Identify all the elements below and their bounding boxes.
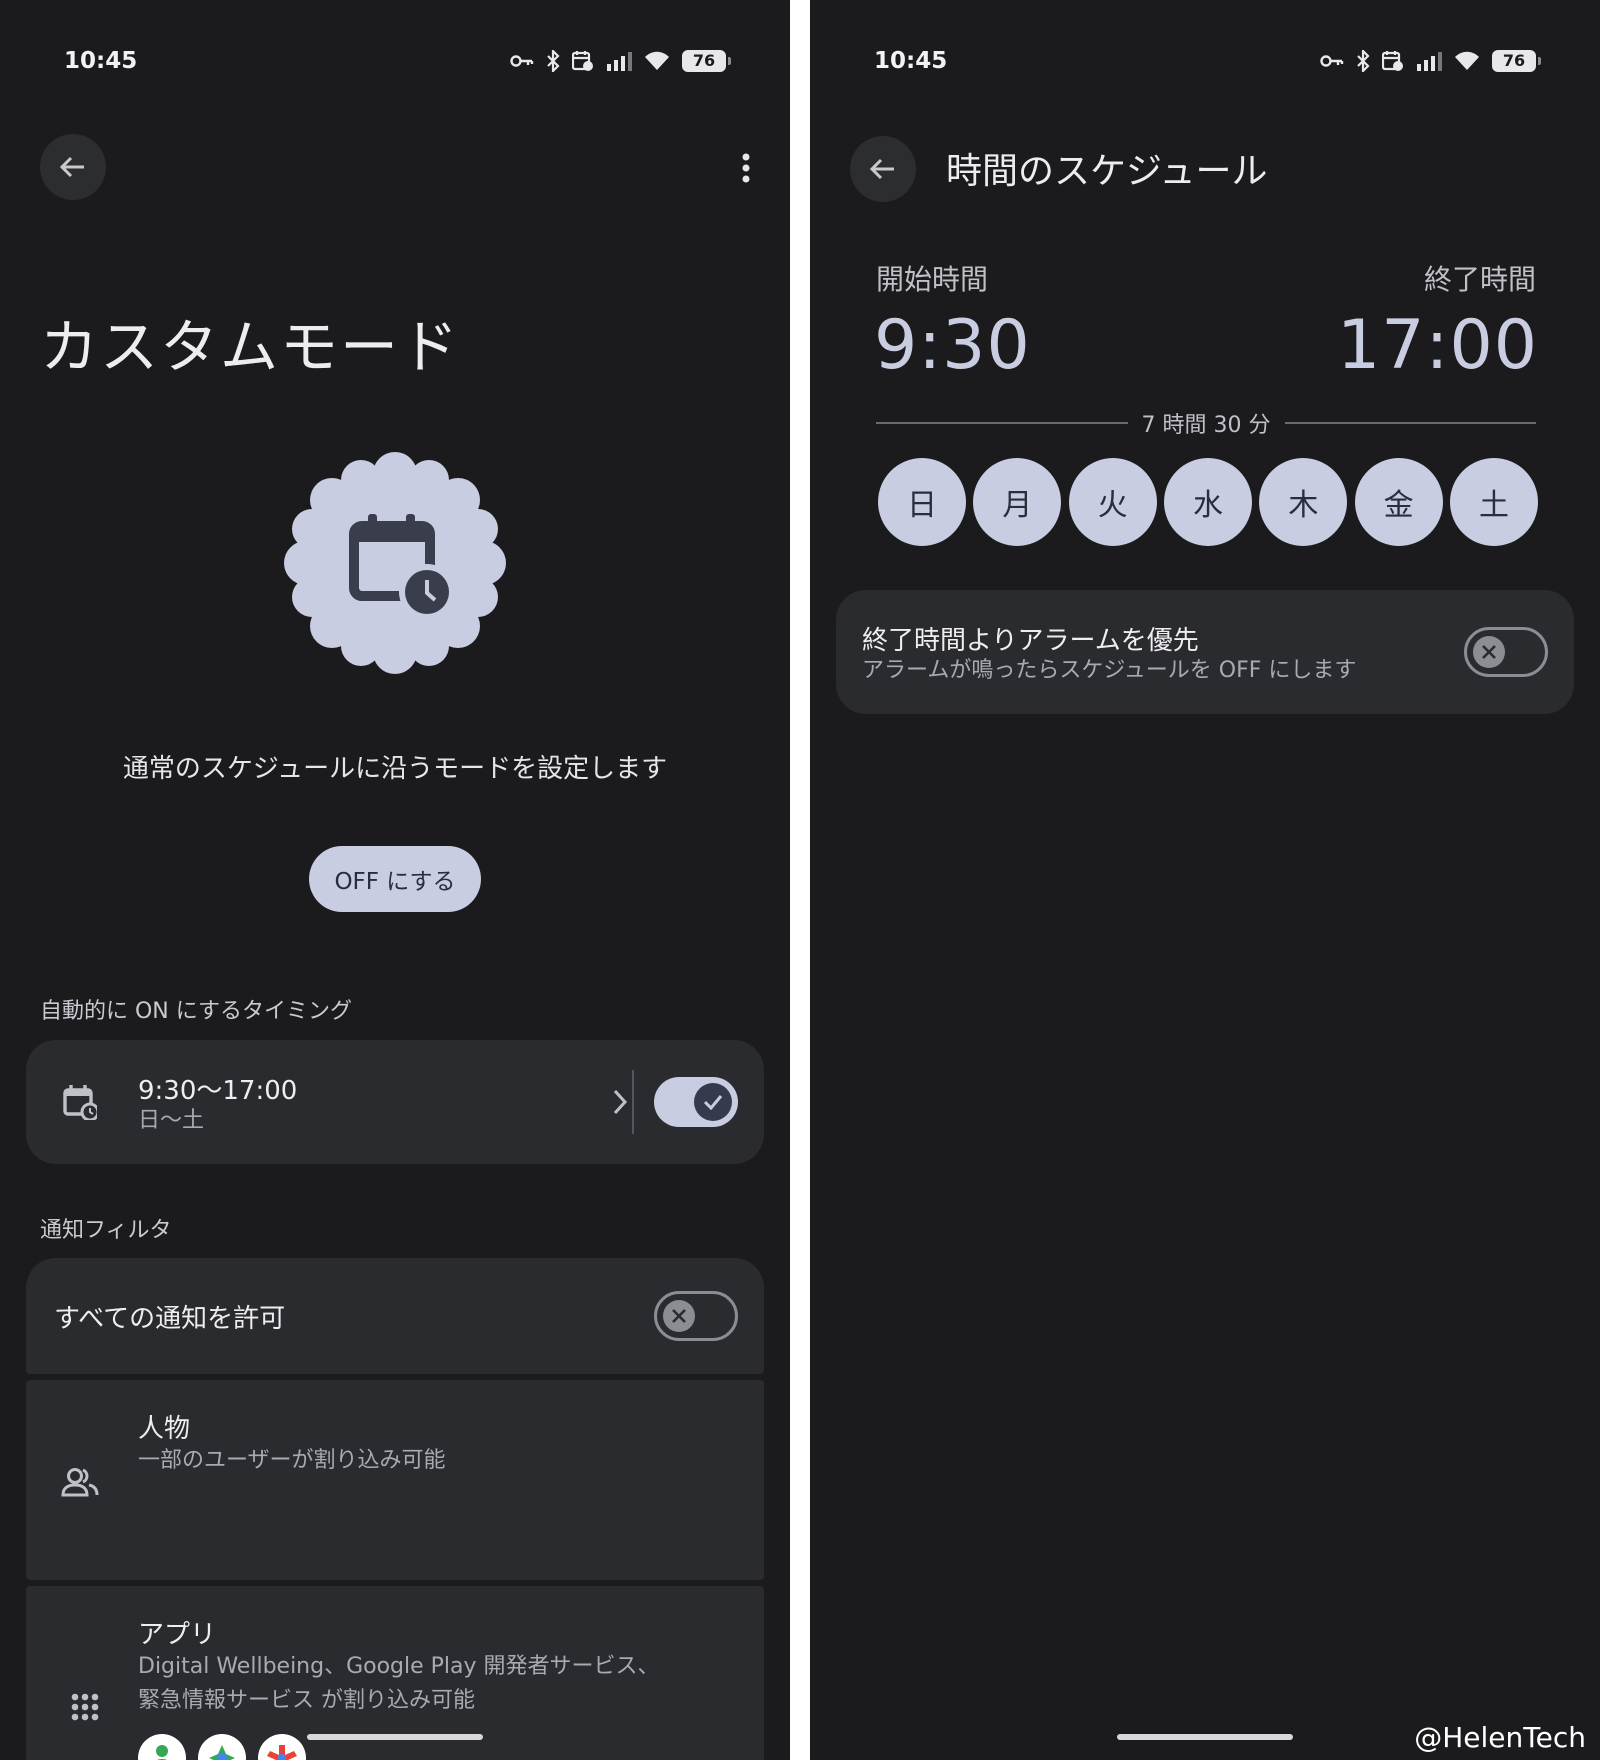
alarm-priority-card[interactable]: 終了時間よりアラームを優先 アラームが鳴ったらスケジュールを OFF にします — [836, 590, 1574, 714]
end-time-label: 終了時間 — [1423, 263, 1536, 296]
status-icons: 76 — [510, 50, 731, 72]
digital-wellbeing-icon — [138, 1734, 186, 1760]
status-icons: 76 — [1320, 50, 1541, 72]
watermark: @HelenTech — [1414, 1721, 1586, 1754]
start-time-label: 開始時間 — [876, 263, 989, 296]
duration-text: 7 時間 30 分 — [1141, 413, 1271, 438]
back-button[interactable] — [850, 136, 916, 202]
calendar-clock-icon — [60, 1082, 100, 1122]
day-selector: 日 月 火 水 木 金 土 — [878, 458, 1538, 546]
page-title: カスタムモード — [40, 313, 461, 381]
key-icon — [510, 55, 534, 67]
mode-description: 通常のスケジュールに沿うモードを設定します — [122, 754, 668, 784]
gesture-nav-bar[interactable] — [1117, 1734, 1293, 1740]
day-fri[interactable]: 金 — [1354, 458, 1443, 546]
alarm-priority-toggle[interactable] — [1464, 627, 1548, 677]
people-title: 人物 — [138, 1414, 191, 1444]
schedule-days: 日〜土 — [138, 1108, 205, 1133]
status-time: 10:45 — [64, 48, 138, 74]
more-options-button[interactable] — [726, 140, 766, 196]
people-card[interactable]: 人物 一部のユーザーが割り込み可能 — [26, 1380, 764, 1580]
calendar-clock-icon — [1382, 51, 1403, 71]
duration-line-right — [1284, 422, 1537, 424]
day-wed[interactable]: 水 — [1163, 458, 1252, 546]
apps-grid-icon — [70, 1692, 100, 1722]
bluetooth-icon — [1357, 50, 1370, 72]
day-tue[interactable]: 火 — [1068, 458, 1157, 546]
schedule-toggle[interactable] — [654, 1077, 738, 1127]
alarm-priority-title: 終了時間よりアラームを優先 — [862, 626, 1199, 656]
apps-subtitle-line1: Digital Wellbeing、Google Play 開発者サービス、 — [138, 1654, 660, 1679]
time-schedule-screen: 10:45 76 時間のスケジュール 開始時間 9:30 終了時間 17:00 … — [810, 0, 1600, 1760]
filter-section-header: 通知フィルタ — [40, 1218, 172, 1243]
page-title: 時間のスケジュール — [946, 151, 1268, 192]
status-bar: 10:45 76 — [64, 44, 731, 78]
gesture-nav-bar[interactable] — [307, 1734, 483, 1740]
start-time-value[interactable]: 9:30 — [874, 306, 1031, 385]
auto-on-section-header: 自動的に ON にするタイミング — [40, 999, 352, 1024]
mode-detail-screen: 10:45 76 カスタムモード 通常のスケジュールに沿うモードを設定します O… — [0, 0, 790, 1760]
apps-title: アプリ — [138, 1620, 217, 1650]
signal-icon — [607, 52, 632, 71]
bluetooth-icon — [547, 50, 560, 72]
allow-all-toggle[interactable] — [654, 1291, 738, 1341]
more-vert-icon — [742, 153, 750, 183]
toggle-knob — [1473, 636, 1505, 668]
wifi-icon — [1455, 51, 1479, 70]
schedule-card[interactable]: 9:30〜17:00 日〜土 — [26, 1040, 764, 1164]
day-thu[interactable]: 木 — [1259, 458, 1348, 546]
close-icon — [672, 1309, 686, 1323]
calendar-clock-icon — [572, 51, 593, 71]
allow-all-card[interactable]: すべての通知を許可 — [26, 1258, 764, 1374]
chevron-right-icon — [613, 1089, 628, 1115]
battery-icon: 76 — [682, 50, 731, 72]
emergency-info-icon — [258, 1734, 306, 1760]
status-bar: 10:45 76 — [874, 44, 1541, 78]
wifi-icon — [645, 51, 669, 70]
people-icon — [60, 1464, 100, 1500]
back-arrow-icon — [869, 158, 894, 180]
app-icon-list — [138, 1734, 306, 1760]
check-icon — [703, 1095, 723, 1110]
turn-off-button[interactable]: OFF にする — [309, 846, 481, 912]
apps-subtitle-line2: 緊急情報サービス が割り込み可能 — [138, 1688, 475, 1713]
play-services-icon — [198, 1734, 246, 1760]
day-sun[interactable]: 日 — [878, 458, 966, 546]
end-time-value[interactable]: 17:00 — [1337, 306, 1538, 385]
duration-line-left — [876, 422, 1128, 424]
duration-indicator: 7 時間 30 分 — [876, 408, 1537, 438]
day-mon[interactable]: 月 — [973, 458, 1062, 546]
card-divider — [632, 1070, 634, 1134]
key-icon — [1320, 55, 1344, 67]
battery-icon: 76 — [1492, 50, 1541, 72]
alarm-priority-subtitle: アラームが鳴ったらスケジュールを OFF にします — [862, 658, 1357, 683]
mode-badge — [282, 450, 508, 676]
signal-icon — [1417, 52, 1442, 71]
day-sat[interactable]: 土 — [1449, 458, 1538, 546]
allow-all-label: すべての通知を許可 — [54, 1304, 286, 1334]
status-time: 10:45 — [874, 48, 948, 74]
back-button[interactable] — [40, 134, 106, 200]
toggle-knob — [663, 1300, 695, 1332]
people-subtitle: 一部のユーザーが割り込み可能 — [138, 1448, 446, 1473]
toggle-knob — [694, 1083, 732, 1121]
back-arrow-icon — [59, 156, 84, 178]
schedule-time-range: 9:30〜17:00 — [138, 1076, 298, 1106]
close-icon — [1482, 645, 1496, 659]
